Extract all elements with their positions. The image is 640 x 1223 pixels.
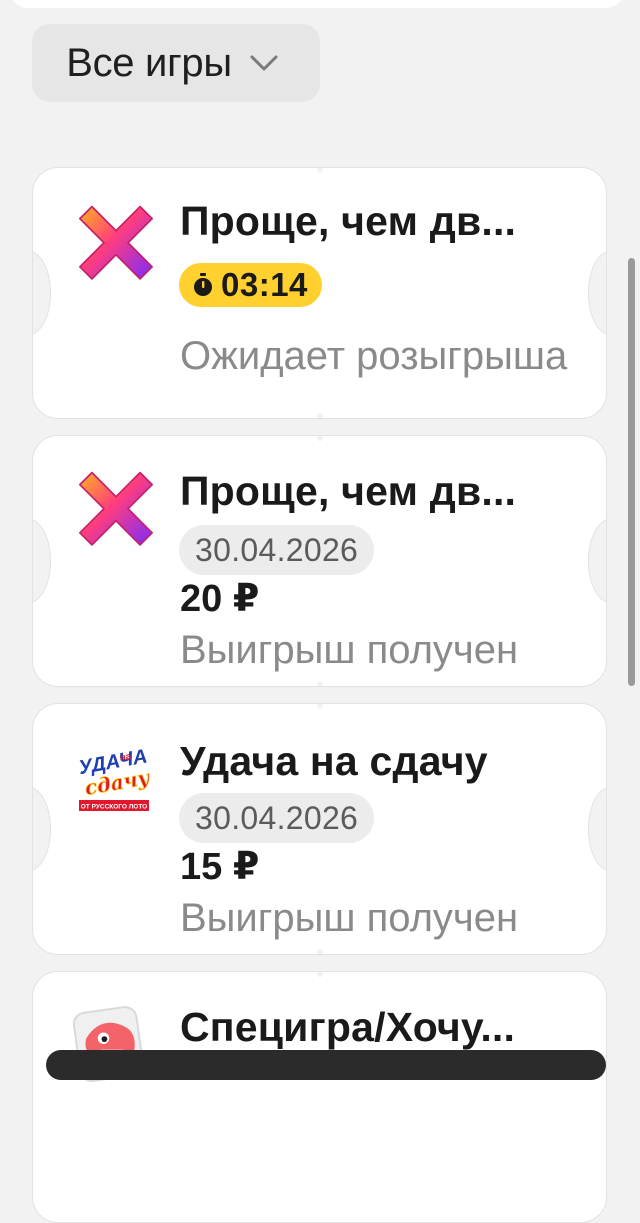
game-logo-x-icon: [79, 205, 153, 280]
udacha-logo: УДАЧА на сдачу ОТ РУССКОГО ЛОТО: [77, 745, 153, 811]
ticket-notch: [588, 251, 606, 335]
game-filter-dropdown[interactable]: Все игры: [32, 24, 320, 102]
ticket-status: Ожидает розыгрыша: [180, 334, 568, 378]
stopwatch-icon: [194, 273, 212, 296]
game-logo-x-icon: [79, 471, 153, 546]
svg-text:на: на: [119, 751, 133, 764]
chevron-down-icon: [250, 55, 278, 71]
win-amount: 15 ₽: [180, 846, 260, 888]
ticket-card[interactable]: Специгра/Хочу...: [32, 971, 607, 1223]
ticket-card[interactable]: Проще, чем дв... 03:14 Ожидает розыгрыша: [32, 167, 607, 419]
win-amount: 20 ₽: [180, 578, 260, 620]
bottom-navigation-bar[interactable]: [46, 1050, 606, 1080]
svg-text:ОТ РУССКОГО ЛОТО: ОТ РУССКОГО ЛОТО: [81, 804, 147, 811]
previous-panel-edge: [10, 0, 624, 8]
ticket-notch: [33, 251, 51, 335]
scrollbar[interactable]: [628, 258, 635, 686]
timer-badge: 03:14: [179, 263, 322, 307]
game-title: Специгра/Хочу...: [180, 1004, 516, 1050]
ticket-card[interactable]: Проще, чем дв... 30.04.2026 20 ₽ Выигрыш…: [32, 435, 607, 687]
game-title: Проще, чем дв...: [180, 468, 517, 514]
draw-date: 30.04.2026: [179, 793, 375, 843]
ticket-status: Выигрыш получен: [180, 628, 519, 672]
draw-date: 30.04.2026: [179, 525, 375, 575]
game-title: Удача на сдачу: [180, 738, 488, 784]
timer-value: 03:14: [221, 266, 308, 303]
filter-label: Все игры: [66, 40, 232, 85]
game-title: Проще, чем дв...: [180, 198, 517, 244]
ticket-card[interactable]: УДАЧА на сдачу ОТ РУССКОГО ЛОТО Удача на…: [32, 703, 607, 955]
ticket-status: Выигрыш получен: [180, 896, 519, 940]
